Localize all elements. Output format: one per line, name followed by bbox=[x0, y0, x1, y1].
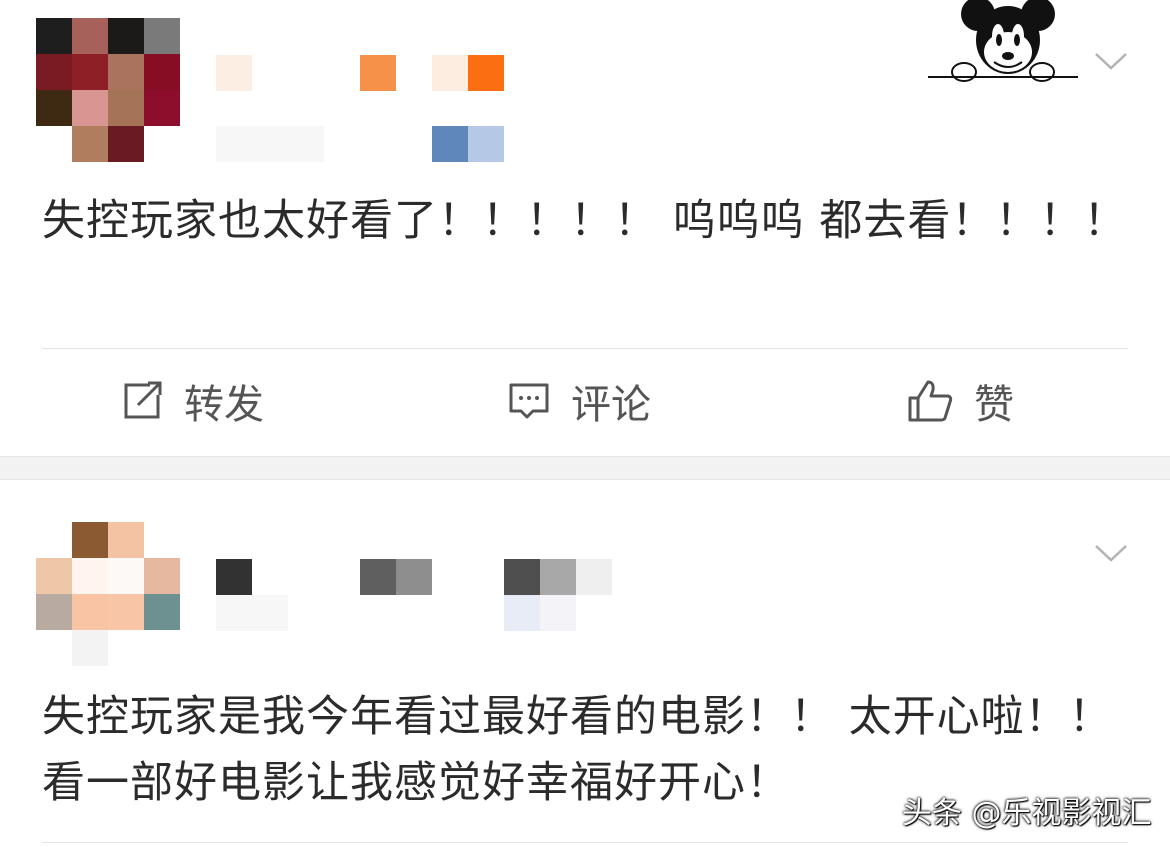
chevron-down-icon[interactable] bbox=[1094, 44, 1128, 78]
comment-label: 评论 bbox=[571, 382, 651, 428]
post-text: 失控玩家也太好看了！！！！！ 呜呜呜 都去看！！！！ bbox=[42, 196, 1128, 246]
divider bbox=[42, 842, 1128, 843]
avatar[interactable] bbox=[36, 522, 180, 666]
repost-label: 转发 bbox=[184, 382, 264, 428]
watermark: 头条 @乐视影视汇 bbox=[902, 796, 1152, 831]
like-label: 赞 bbox=[974, 382, 1014, 428]
chevron-down-icon[interactable] bbox=[1094, 536, 1128, 570]
post-card: 失控玩家也太好看了！！！！！ 呜呜呜 都去看！！！！ 转发 评论 赞 bbox=[0, 0, 1170, 456]
avatar[interactable] bbox=[36, 18, 180, 162]
repost-button[interactable]: 转发 bbox=[120, 372, 264, 430]
like-button[interactable]: 赞 bbox=[906, 372, 1014, 430]
comment-bubble-icon bbox=[509, 383, 549, 419]
mickey-sticker-icon bbox=[928, 0, 1078, 82]
comment-button[interactable]: 评论 bbox=[507, 372, 651, 430]
thumbs-up-icon bbox=[908, 380, 953, 422]
share-edit-icon bbox=[124, 381, 162, 419]
divider bbox=[42, 348, 1128, 349]
feed-separator bbox=[0, 456, 1170, 480]
